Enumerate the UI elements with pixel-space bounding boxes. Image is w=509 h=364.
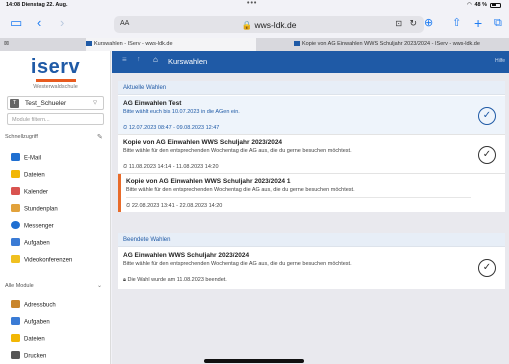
election-description: Bitte wähle für den entsprechenden Woche… (126, 187, 355, 193)
chevron-down-icon: ▽ (93, 100, 97, 106)
sidebar-item-dateien[interactable]: Dateien (11, 170, 45, 180)
download-icon[interactable]: ⊕ (424, 15, 433, 31)
sidebar-item-email[interactable]: E-Mail (11, 153, 41, 163)
sidebar-toggle-icon[interactable]: ▭ (10, 15, 22, 31)
home-indicator (204, 359, 304, 363)
address-bar[interactable]: AA 🔒 wws-ldk.de ⊡ ↻ (114, 16, 424, 33)
status-bar: 14:08 Dienstag 22. Aug. ••• ◠ 48 % (0, 0, 509, 10)
battery-icon (490, 2, 501, 8)
tab-strip: ⊠ Kurswahlen - IServ - wws-ldk.de Kopie … (0, 38, 509, 51)
sidebar-item-adressbuch[interactable]: Adressbuch (11, 300, 56, 310)
user-selector[interactable]: T Test_Schueler ▽ (7, 96, 104, 110)
sidebar-item-videokonferenzen[interactable]: Videokonferenzen (11, 255, 72, 265)
menu-icon[interactable]: ≡ (122, 55, 127, 64)
election-period: ⏲ 12.07.2023 08:47 - 09.08.2023 12:47 (123, 125, 220, 131)
election-row[interactable]: AG Einwahlen Test Bitte wählt euch bis 1… (118, 96, 505, 135)
all-modules-heading[interactable]: Alle Module ⌄ (5, 283, 102, 289)
logo-underline (36, 79, 76, 82)
check-circle-icon[interactable]: ✓ (478, 107, 496, 125)
page-title: Kurswahlen (168, 57, 208, 66)
sidebar-item-dateien-all[interactable]: Dateien (11, 334, 45, 344)
check-circle-icon[interactable]: ✓ (478, 146, 496, 164)
tab-title: Kopie von AG Einwahlen WWS Schuljahr 202… (302, 41, 480, 47)
finished-elections-card: Beendete Wahlen AG Einwahlen WWS Schulja… (118, 233, 505, 289)
current-elections-heading: Aktuelle Wahlen (118, 81, 505, 95)
election-row[interactable]: Kopie von AG Einwahlen WWS Schuljahr 202… (118, 174, 505, 212)
election-description: Bitte wähle für den entsprechenden Woche… (123, 261, 352, 267)
chevron-down-icon: ⌄ (97, 283, 103, 289)
avatar: T (10, 99, 19, 108)
sidebar-item-aufgaben[interactable]: Aufgaben (11, 238, 50, 248)
edit-icon[interactable]: ✎ (97, 133, 103, 141)
sidebar-item-stundenplan[interactable]: Stundenplan (11, 204, 58, 214)
tab-overview-icon[interactable]: ⧉ (494, 15, 502, 31)
browser-toolbar: ▭ ‹ › AA 🔒 wws-ldk.de ⊡ ↻ ⊕ ⇧ + ⧉ (0, 10, 509, 38)
multitask-dots[interactable]: ••• (247, 0, 257, 7)
election-description: Bitte wähle für den entsprechenden Woche… (123, 148, 352, 154)
wifi-icon: ◠ (467, 2, 472, 8)
sidebar-item-aufgaben-all[interactable]: Aufgaben (11, 317, 50, 327)
tab-kopie[interactable]: Kopie von AG Einwahlen WWS Schuljahr 202… (294, 38, 509, 51)
folder-icon (11, 334, 20, 342)
status-time: 14:08 Dienstag 22. Aug. (6, 2, 68, 8)
school-name: Westerwaldschule (33, 84, 78, 90)
url-text: 🔒 wws-ldk.de (241, 19, 297, 30)
timetable-icon (11, 204, 20, 212)
election-title: AG Einwahlen WWS Schuljahr 2023/2024 (123, 252, 250, 259)
election-title: Kopie von AG Einwahlen WWS Schuljahr 202… (123, 139, 283, 146)
app-header: ≡ ↑ ⌂ Kurswahlen Hilfe (112, 51, 509, 73)
sidebar-item-drucken[interactable]: Drucken (11, 351, 46, 361)
video-icon (11, 255, 20, 263)
election-period: ⏲ 11.08.2023 14:14 - 11.08.2023 14:20 (123, 164, 219, 170)
mail-icon (11, 153, 20, 161)
status-right: ◠ 48 % (467, 2, 501, 8)
election-title: AG Einwahlen Test (123, 100, 182, 107)
addressbook-icon (11, 300, 20, 308)
forward-icon[interactable]: › (60, 15, 64, 31)
election-period: ⏲ 22.08.2023 13:41 - 22.08.2023 14:20 (126, 203, 223, 209)
election-row[interactable]: AG Einwahlen WWS Schuljahr 2023/2024 Bit… (118, 248, 505, 289)
battery-percent: 48 % (474, 2, 487, 8)
share-icon[interactable]: ⇧ (452, 15, 461, 31)
messenger-icon (11, 221, 20, 229)
tasks-icon (11, 317, 20, 325)
up-arrow-icon[interactable]: ↑ (137, 56, 141, 63)
check-circle-icon[interactable]: ✓ (478, 259, 496, 277)
election-description: Bitte wählt euch bis 10.07.2023 in die A… (123, 109, 240, 115)
new-tab-icon[interactable]: + (474, 15, 482, 31)
help-link[interactable]: Hilfe (495, 58, 505, 64)
favicon-icon (294, 41, 300, 46)
election-title: Kopie von AG Einwahlen WWS Schuljahr 202… (126, 178, 291, 185)
tab-title: Kurswahlen - IServ - wws-ldk.de (94, 41, 173, 47)
printer-icon (11, 351, 20, 359)
sidebar-item-messenger[interactable]: Messenger (11, 221, 54, 231)
election-row[interactable]: Kopie von AG Einwahlen WWS Schuljahr 202… (118, 135, 505, 174)
user-name: Test_Schueler (25, 100, 67, 107)
tab-close-icon[interactable]: ⊠ (0, 38, 10, 51)
home-icon[interactable]: ⌂ (153, 55, 158, 64)
sidebar: iserv Westerwaldschule T Test_Schueler ▽… (0, 51, 111, 364)
folder-icon (11, 170, 20, 178)
main-content: ≡ ↑ ⌂ Kurswahlen Hilfe Aktuelle Wahlen A… (112, 51, 509, 364)
divider (126, 197, 471, 198)
reader-icon[interactable]: ⊡ (395, 19, 402, 28)
current-elections-card: Aktuelle Wahlen AG Einwahlen Test Bitte … (118, 81, 505, 212)
sidebar-item-kalender[interactable]: Kalender (11, 187, 48, 197)
tab-kurswahlen[interactable]: Kurswahlen - IServ - wws-ldk.de (86, 38, 256, 51)
back-icon[interactable]: ‹ (37, 15, 41, 31)
favicon-icon (86, 41, 92, 46)
finished-elections-heading: Beendete Wahlen (118, 233, 505, 247)
tasks-icon (11, 238, 20, 246)
election-ended: 🔒︎ Die Wahl wurde am 11.08.2023 beendet. (123, 277, 227, 283)
module-filter-input[interactable]: Module filtern... (7, 113, 104, 125)
calendar-icon (11, 187, 20, 195)
iserv-logo[interactable]: iserv (0, 56, 111, 79)
reload-icon[interactable]: ↻ (409, 18, 417, 29)
quick-access-heading: Schnellzugriff ✎ (5, 134, 103, 141)
